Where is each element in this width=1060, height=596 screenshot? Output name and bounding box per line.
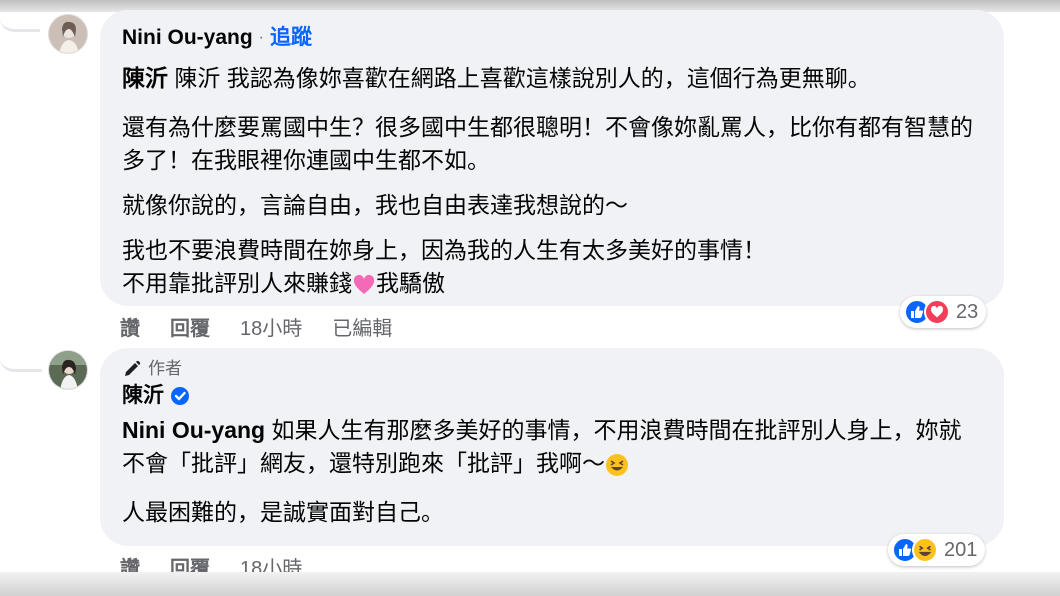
comment-bubble-2: 作者 陳沂 Nini Ou-yang 如果人生有那麼多美好的事情，不用浪費時間在… xyxy=(100,348,1004,546)
pink-heart-icon xyxy=(353,274,375,294)
comment-1-paragraph-1: 陳沂 陳沂 我認為像妳喜歡在網路上喜歡這樣說別人的，這個行為更無聊。 xyxy=(122,62,982,95)
comment-1-header: Nini Ou-yang · 追蹤 xyxy=(122,24,982,52)
follow-link[interactable]: 追蹤 xyxy=(270,24,312,52)
edited-label[interactable]: 已編輯 xyxy=(332,312,392,341)
comment-1-paragraph-3: 就像你說的，言論自由，我也自由表達我想說的～ xyxy=(122,192,628,218)
mention-chenyi[interactable]: 陳沂 xyxy=(122,65,168,91)
pencil-icon xyxy=(125,360,141,376)
author-badge: 作者 xyxy=(122,358,982,380)
reply-button[interactable]: 回覆 xyxy=(170,312,210,341)
comment-2-paragraph-2: 人最困難的，是誠實面對自己。 xyxy=(122,499,444,525)
comment-2-header: 陳沂 xyxy=(122,382,982,410)
comment-1-p1-text: 陳沂 我認為像妳喜歡在網路上喜歡這樣說別人的，這個行為更無聊。 xyxy=(168,65,871,91)
comment-1-author[interactable]: Nini Ou-yang xyxy=(122,24,253,52)
comment-1-p4-text: 我也不要浪費時間在妳身上，因為我的人生有太多美好的事情！ xyxy=(122,237,766,263)
comment-1-paragraph-2: 還有為什麼要罵國中生？很多國中生都很聰明！不會像妳亂罵人，比你有都有智慧的多了！… xyxy=(122,114,973,173)
mention-nini[interactable]: Nini Ou-yang xyxy=(122,417,265,443)
love-icon xyxy=(924,299,950,325)
bottom-edge xyxy=(0,572,1060,596)
comment-1-last-line-before: 不用靠批評別人來賺錢 xyxy=(122,270,352,296)
comment-2-paragraph-1: Nini Ou-yang 如果人生有那麼多美好的事情，不用浪費時間在批評別人身上… xyxy=(122,414,982,480)
comment-1-last-line-after: 我驕傲 xyxy=(376,270,445,296)
comment-1-actions: 讚 回覆 18小時 已編輯 xyxy=(120,312,392,341)
thread-line-middle xyxy=(0,340,42,372)
comment-2-text: Nini Ou-yang 如果人生有那麼多美好的事情，不用浪費時間在批評別人身上… xyxy=(122,414,982,529)
reaction-count: 201 xyxy=(944,538,978,561)
timestamp[interactable]: 18小時 xyxy=(240,312,302,341)
reaction-count: 23 xyxy=(956,300,979,323)
author-badge-label: 作者 xyxy=(148,359,182,378)
thread-line-top xyxy=(0,12,40,32)
comment-1-text: 陳沂 陳沂 我認為像妳喜歡在網路上喜歡這樣說別人的，這個行為更無聊。 還有為什麼… xyxy=(122,62,982,300)
like-button[interactable]: 讚 xyxy=(120,312,140,341)
separator-dot: · xyxy=(258,29,264,46)
avatar-chenyi[interactable] xyxy=(48,350,88,390)
avatar-image xyxy=(49,351,87,389)
comment-bubble-1: Nini Ou-yang · 追蹤 陳沂 陳沂 我認為像妳喜歡在網路上喜歡這樣說… xyxy=(100,10,1004,306)
comment-1-reactions[interactable]: 23 xyxy=(900,296,987,328)
grinning-squint-emoji-icon xyxy=(606,453,628,476)
haha-icon xyxy=(912,537,938,563)
comment-2-author[interactable]: 陳沂 xyxy=(122,382,164,410)
comment-2-reactions[interactable]: 201 xyxy=(888,534,986,566)
verified-badge-icon xyxy=(171,387,189,405)
avatar-nini[interactable] xyxy=(48,14,88,54)
comment-1-paragraph-4: 我也不要浪費時間在妳身上，因為我的人生有太多美好的事情！ 不用靠批評別人來賺錢 我驕… xyxy=(122,234,982,300)
avatar-image xyxy=(49,15,87,53)
